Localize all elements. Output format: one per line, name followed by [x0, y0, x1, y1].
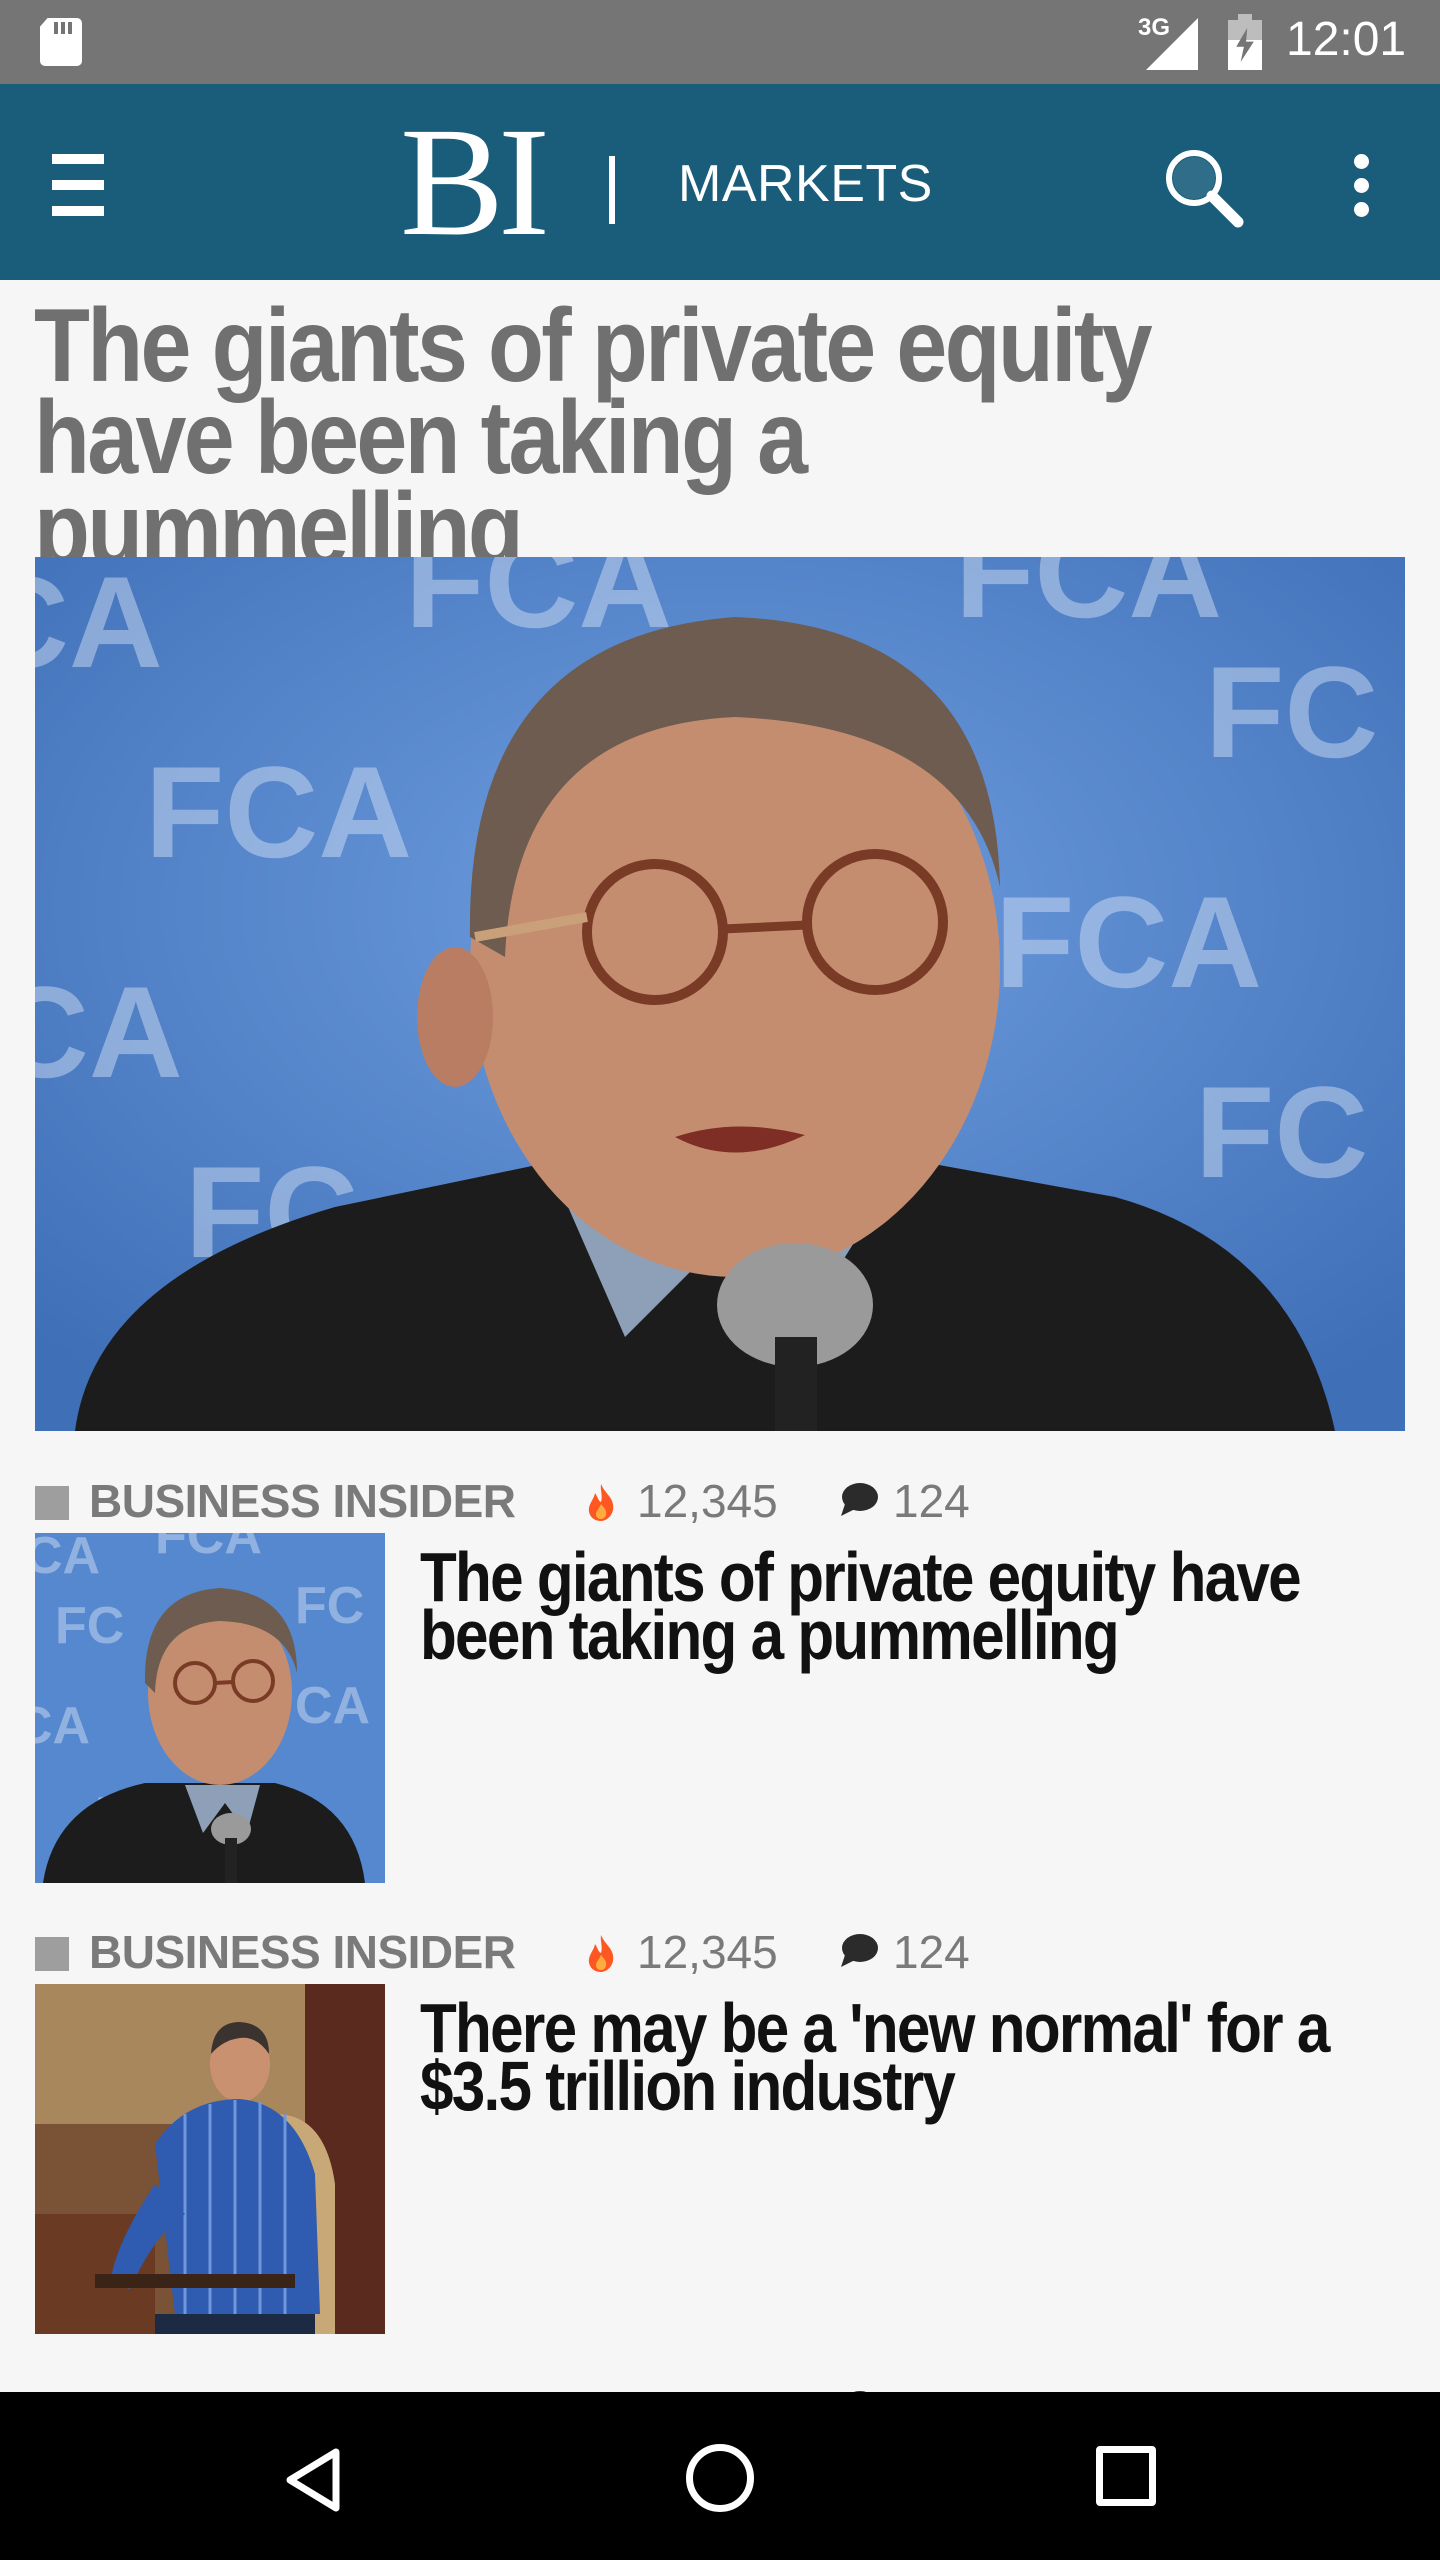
back-icon[interactable] — [282, 2446, 346, 2514]
views-count: 12,345 — [637, 1475, 778, 1527]
source-square — [35, 1486, 69, 1520]
article-meta: BUSINESS INSIDER 12,345 124 — [35, 1923, 1135, 1983]
source-label: BUSINESS INSIDER — [89, 1475, 516, 1527]
source-square — [35, 1937, 69, 1971]
hero-headline[interactable]: The giants of private equity have been t… — [34, 294, 1248, 582]
comment-icon — [841, 1934, 878, 1967]
flame-icon — [588, 1484, 614, 1521]
svg-text:CA: CA — [295, 1677, 370, 1735]
menu-icon[interactable] — [52, 148, 104, 220]
svg-text:FCA: FCA — [995, 869, 1262, 1015]
svg-text:CA: CA — [35, 959, 183, 1105]
article-title[interactable]: There may be a 'new normal' for a $3.5 t… — [420, 1993, 1383, 2121]
logo-divider — [609, 156, 615, 224]
svg-text:FCA: FCA — [145, 739, 412, 885]
svg-text:FCA: FCA — [955, 557, 1222, 645]
svg-text:CA: CA — [35, 1697, 90, 1755]
sd-card-icon — [40, 18, 82, 66]
status-clock: 12:01 — [1286, 13, 1407, 66]
svg-text:FC: FC — [1195, 1059, 1368, 1205]
svg-text:FCA: FCA — [155, 1533, 262, 1565]
svg-text:CA: CA — [35, 1533, 100, 1585]
status-bar: 3G 12:01 — [0, 0, 1440, 84]
app-bar: BI MARKETS — [0, 84, 1440, 280]
svg-text:FC: FC — [55, 1597, 124, 1655]
network-type: 3G — [1138, 14, 1171, 41]
article-thumbnail[interactable] — [35, 1984, 385, 2334]
svg-text:FC: FC — [295, 1577, 364, 1635]
article-thumbnail[interactable]: CAFCAFC FCCACAFC — [35, 1533, 385, 1883]
svg-text:FC: FC — [1205, 639, 1378, 785]
hero-photo[interactable]: CAFCAFCA FCAFC CAFCA FCFC — [35, 557, 1405, 1431]
battery-charging-icon — [1228, 14, 1262, 70]
views-count: 12,345 — [637, 1926, 778, 1978]
comments-count: 124 — [893, 1926, 970, 1978]
article-meta: BUSINESS INSIDER 12,345 124 — [35, 1472, 1135, 1532]
source-label: BUSINESS INSIDER — [89, 1926, 516, 1978]
home-icon[interactable] — [686, 2444, 754, 2512]
comments-count: 124 — [893, 1475, 970, 1527]
article-title[interactable]: The giants of private equity have been t… — [420, 1542, 1383, 1670]
svg-text:CA: CA — [35, 557, 163, 695]
section-title: MARKETS — [678, 155, 933, 213]
system-nav-bar — [0, 2392, 1440, 2560]
flame-icon — [588, 1935, 614, 1972]
bi-logo[interactable]: BI — [400, 104, 550, 260]
overflow-menu-icon[interactable] — [1350, 154, 1374, 217]
comment-icon — [841, 1483, 878, 1516]
search-icon[interactable] — [1158, 142, 1248, 232]
recents-icon[interactable] — [1096, 2446, 1156, 2506]
